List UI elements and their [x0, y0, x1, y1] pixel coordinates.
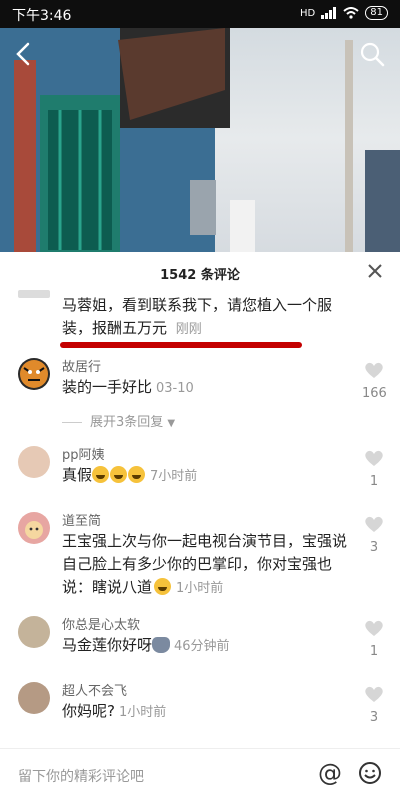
- heart-icon: [365, 362, 383, 378]
- close-button[interactable]: [364, 260, 386, 282]
- pinned-time: 刚刚: [175, 322, 202, 337]
- comment-username[interactable]: 你总是心太软: [62, 614, 140, 633]
- like-button[interactable]: 1: [362, 618, 386, 659]
- expand-replies-link[interactable]: 展开3条回复 ▼: [62, 411, 175, 430]
- comment-body: 装的一手好比: [62, 378, 153, 396]
- emoji-icon[interactable]: [358, 761, 382, 785]
- comment-text: 马金莲你好呀 46分钟前: [62, 634, 347, 658]
- comment-sheet: 1542 条评论 马蓉姐，看到联系我下，请您植入一个服装，报酬五万元 刚刚 故居…: [0, 252, 400, 800]
- comment-text: 你妈呢? 1小时前: [62, 700, 347, 724]
- highlight-underline: [60, 342, 302, 348]
- tiger-avatar-icon: [20, 360, 48, 388]
- comment-sheet-header: 1542 条评论: [0, 252, 400, 290]
- comment-username[interactable]: 故居行: [62, 356, 101, 375]
- comment-time: 03-10: [156, 381, 194, 396]
- heart-icon: [365, 686, 383, 702]
- pinned-comment-text: 马蓉姐，看到联系我下，请您植入一个服装，报酬五万元 刚刚: [62, 294, 342, 341]
- comment-time: 46分钟前: [174, 639, 230, 654]
- like-count: 1: [369, 474, 379, 489]
- status-bar: 下午3:46 HD 81: [0, 0, 400, 28]
- comment-input-bar[interactable]: 留下你的精彩评论吧 @: [0, 748, 400, 801]
- like-count: 3: [369, 540, 379, 555]
- comment-time: 1小时前: [176, 581, 224, 596]
- comment-time: 1小时前: [118, 705, 167, 720]
- like-count: 1: [369, 644, 379, 659]
- comment-text: 真假 7小时前: [62, 464, 347, 488]
- like-button[interactable]: 1: [362, 448, 386, 489]
- video-background: [0, 0, 400, 252]
- avatar[interactable]: [18, 512, 50, 544]
- comment-body: 真假: [62, 466, 93, 484]
- status-time: 下午3:46: [12, 8, 72, 24]
- like-count: 166: [362, 386, 387, 401]
- comment-text: 王宝强上次与你一起电视台演节目，宝强说自己脸上有多少你的巴掌印，你对宝强也说：瞎…: [62, 530, 347, 600]
- bear-avatar-icon: [25, 521, 43, 539]
- comment-count: 1542 条评论: [160, 268, 240, 283]
- wifi-icon: [343, 7, 359, 19]
- status-icons: HD 81: [300, 6, 388, 20]
- search-icon: [360, 42, 385, 67]
- dog-emoji-icon: [152, 637, 171, 653]
- close-icon: [368, 264, 382, 278]
- heart-icon: [365, 450, 383, 466]
- comment-input[interactable]: 留下你的精彩评论吧: [18, 766, 144, 786]
- grinning-emoji-icon: [154, 578, 172, 595]
- like-button[interactable]: 166: [362, 360, 387, 401]
- like-button[interactable]: 3: [362, 684, 386, 725]
- comment-body: 你妈呢?: [62, 702, 115, 720]
- pinned-comment: 马蓉姐，看到联系我下，请您植入一个服装，报酬五万元 刚刚: [0, 290, 400, 350]
- comment-text: 装的一手好比 03-10: [62, 376, 347, 400]
- comment-body: 马金莲你好呀: [62, 636, 153, 654]
- back-button[interactable]: [10, 40, 38, 68]
- network-type: HD: [300, 7, 316, 19]
- avatar[interactable]: [18, 616, 50, 648]
- chevron-down-icon: ▼: [167, 418, 176, 429]
- avatar[interactable]: [18, 682, 50, 714]
- signal-icon: [321, 7, 337, 19]
- comment-username[interactable]: 超人不会飞: [62, 680, 127, 699]
- building-photo: [0, 28, 400, 252]
- back-arrow-icon: [16, 42, 30, 66]
- battery-indicator: 81: [365, 6, 388, 20]
- expand-replies-label: 展开3条回复: [90, 415, 164, 430]
- laughing-emoji-icon: [92, 466, 146, 484]
- like-button[interactable]: 3: [362, 514, 386, 555]
- avatar[interactable]: [18, 446, 50, 478]
- like-count: 3: [369, 710, 379, 725]
- heart-icon: [365, 516, 383, 532]
- avatar: [18, 290, 50, 298]
- divider: [62, 422, 82, 423]
- comment-time: 7小时前: [150, 469, 198, 484]
- search-button[interactable]: [358, 40, 386, 68]
- heart-icon: [365, 620, 383, 636]
- avatar[interactable]: [18, 358, 50, 390]
- comment-username[interactable]: 道至简: [62, 510, 101, 529]
- comment-username[interactable]: pp阿姨: [62, 444, 105, 463]
- at-icon[interactable]: @: [318, 759, 342, 787]
